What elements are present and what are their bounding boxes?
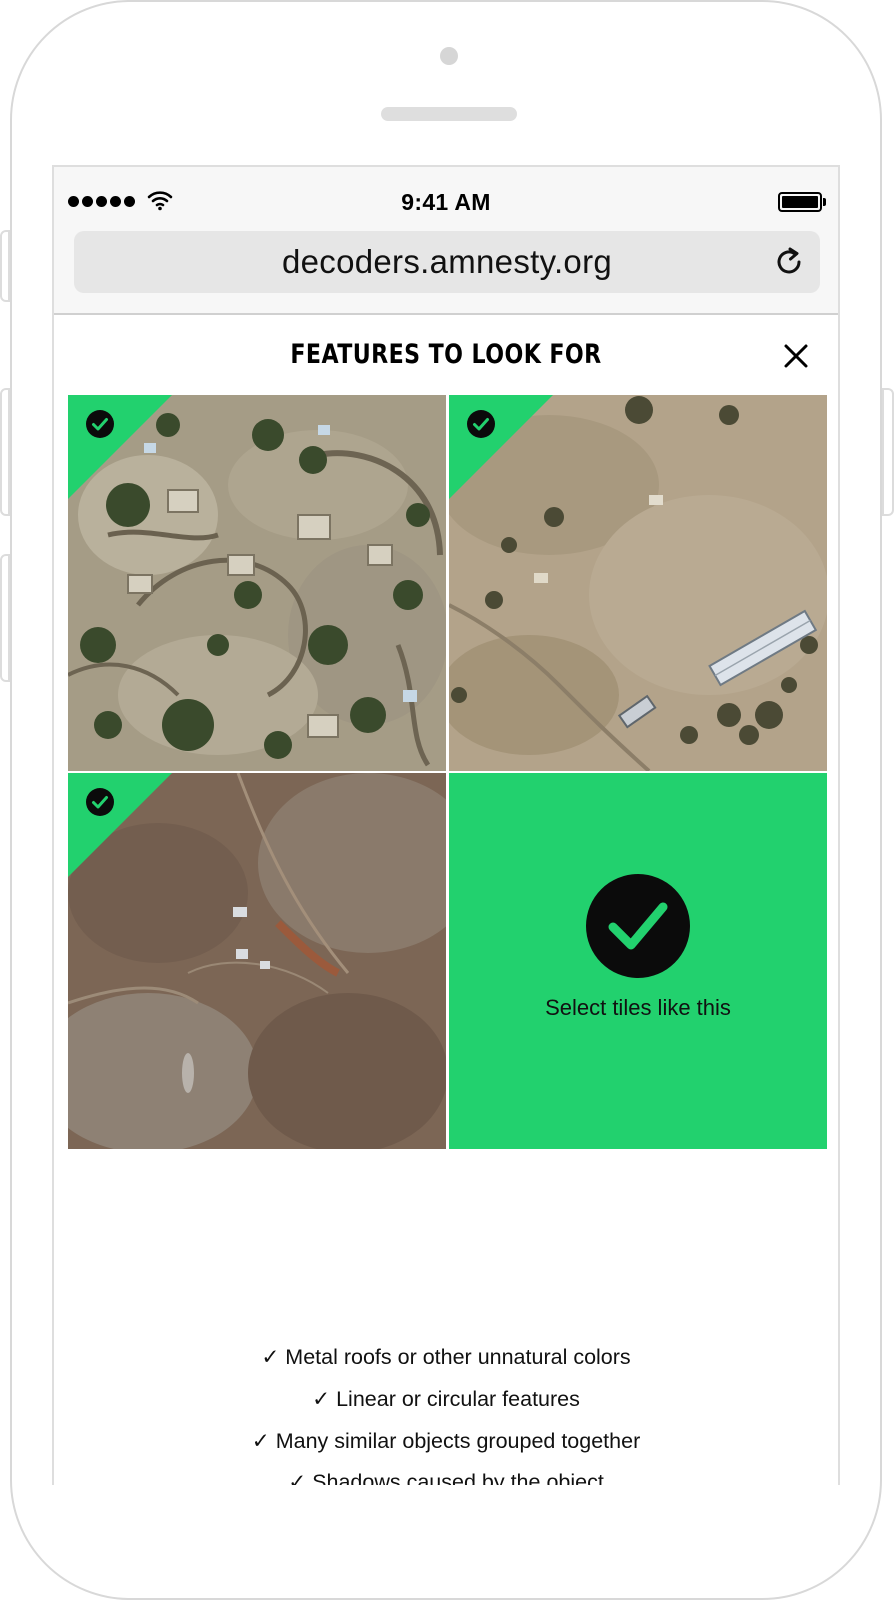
phone-speaker [381,107,517,121]
satellite-tile-1[interactable] [68,395,446,771]
example-tile-label: Select tiles like this [545,995,731,1020]
selected-corner-badge [68,395,172,499]
check-badge-icon [86,788,114,816]
status-bar: 9:41 AM [54,179,838,225]
status-time: 9:41 AM [401,189,491,215]
browser-chrome: 9:41 AM decoders.amnesty.org [54,167,838,315]
feature-item: ✓ Linear or circular features [312,1387,580,1411]
satellite-tile-2[interactable] [449,395,827,771]
close-icon[interactable] [782,342,810,370]
check-badge-icon [86,410,114,438]
feature-item: ✓ Many similar objects grouped together [251,1429,641,1453]
feature-item: ✓ Shadows caused by the object [288,1470,604,1485]
satellite-tile-3[interactable] [68,773,446,1149]
phone-power-button [882,388,894,516]
phone-mute-switch [0,230,10,302]
phone-camera [440,47,458,65]
address-bar[interactable]: decoders.amnesty.org [74,231,820,293]
battery-icon [778,192,826,212]
phone-screen: 9:41 AM decoders.amnesty.org FEATURES TO… [52,165,840,1485]
check-circle-icon [586,874,690,978]
feature-item: ✓ Metal roofs or other unnatural colors [261,1345,631,1369]
example-tile: Select tiles like this [449,773,827,1149]
phone-volume-up [0,388,10,516]
check-badge-icon [467,410,495,438]
url-text: decoders.amnesty.org [281,243,613,280]
selected-corner-badge [68,773,172,877]
page-title: FEATURES TO LOOK FOR [290,339,602,370]
phone-volume-down [0,554,10,682]
selected-corner-badge [449,395,553,499]
reload-icon[interactable] [772,245,806,279]
tile-grid: Select tiles like this [68,395,828,1150]
